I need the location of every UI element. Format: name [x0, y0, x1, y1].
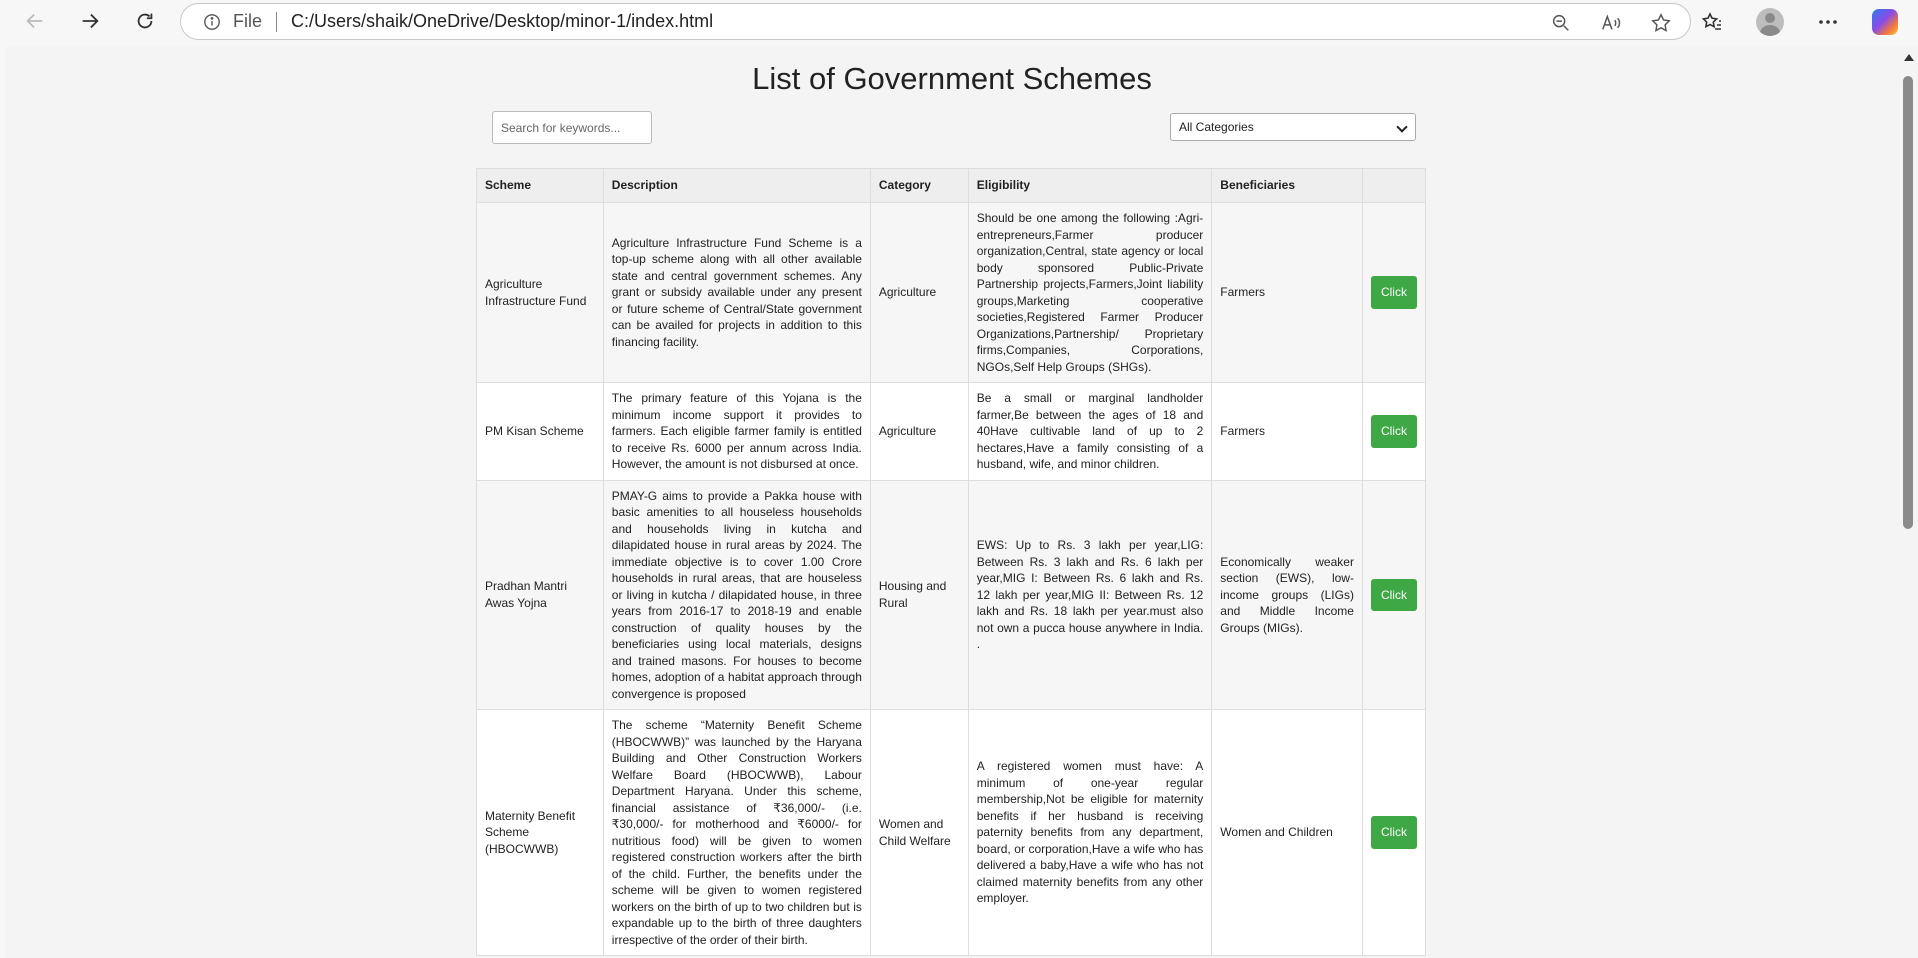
scheme-beneficiaries: Farmers — [1211, 202, 1363, 383]
scheme-eligibility: Be a small or marginal landholder farmer… — [967, 382, 1213, 481]
file-label: File — [233, 11, 263, 31]
address-divider — [276, 11, 278, 32]
scheme-beneficiaries: Women and Children — [1211, 709, 1363, 956]
scheme-category: Housing and Rural — [869, 479, 969, 710]
browser-toolbar: File C:/Users/shaik/OneDrive/Desktop/min… — [0, 0, 1918, 43]
header-eligibility: Eligibility — [967, 168, 1213, 203]
scheme-description: Agriculture Infrastructure Fund Scheme i… — [602, 202, 871, 383]
scheme-eligibility: EWS: Up to Rs. 3 lakh per year,LIG: Betw… — [967, 479, 1213, 710]
click-button[interactable]: Click — [1370, 276, 1417, 309]
header-category: Category — [869, 168, 969, 203]
click-button[interactable]: Click — [1370, 816, 1417, 849]
scheme-name: Maternity Benefit Scheme (HBOCWWB) — [476, 709, 604, 956]
action-cell: Click — [1361, 382, 1427, 481]
page-title: List of Government Schemes — [752, 61, 1152, 96]
header-action — [1361, 168, 1427, 203]
favorites-icon[interactable] — [1700, 10, 1724, 34]
scheme-category: Agriculture — [869, 382, 969, 481]
favorite-star-icon[interactable] — [1650, 12, 1672, 34]
schemes-table: Scheme Description Category Eligibility … — [476, 168, 1427, 956]
profile-avatar-icon[interactable] — [1756, 7, 1784, 36]
scroll-up-arrow-icon[interactable] — [1904, 54, 1914, 61]
header-beneficiaries: Beneficiaries — [1211, 168, 1363, 203]
more-options-icon[interactable] — [1816, 10, 1840, 34]
vertical-scrollbar[interactable] — [1899, 46, 1918, 958]
table-row: Agriculture Infrastructure Fund Agricult… — [476, 202, 1427, 383]
page-viewport: List of Government Schemes All Categorie… — [5, 46, 1899, 958]
header-description: Description — [602, 168, 871, 203]
table-row: Maternity Benefit Scheme (HBOCWWB) The s… — [476, 709, 1427, 956]
scrollbar-thumb[interactable] — [1903, 76, 1913, 529]
scheme-eligibility: A registered women must have: A minimum … — [967, 709, 1213, 956]
category-select[interactable]: All Categories — [1170, 113, 1416, 141]
action-cell: Click — [1361, 709, 1427, 956]
scheme-name: PM Kisan Scheme — [476, 382, 604, 481]
scheme-category: Women and Child Welfare — [869, 709, 969, 956]
address-bar-actions — [1550, 4, 1672, 41]
search-input[interactable] — [492, 111, 652, 144]
chevron-down-icon — [1396, 121, 1408, 133]
refresh-icon — [137, 13, 153, 29]
zoom-out-icon[interactable] — [1550, 12, 1572, 34]
back-button[interactable] — [15, 1, 55, 41]
click-button[interactable]: Click — [1370, 415, 1417, 448]
click-button[interactable]: Click — [1370, 578, 1417, 611]
scheme-description: The primary feature of this Yojana is th… — [602, 382, 871, 481]
info-icon[interactable] — [203, 13, 221, 31]
browser-right-actions — [1700, 0, 1898, 43]
forward-arrow-icon — [82, 13, 99, 29]
scheme-description: PMAY-G aims to provide a Pakka house wit… — [602, 479, 871, 710]
url-text[interactable]: C:/Users/shaik/OneDrive/Desktop/minor-1/… — [291, 11, 713, 32]
scheme-name: Pradhan Mantri Awas Yojna — [476, 479, 604, 710]
forward-button[interactable] — [70, 1, 110, 41]
action-cell: Click — [1361, 479, 1427, 710]
scheme-eligibility: Should be one among the following :Agri-… — [967, 202, 1213, 383]
refresh-button[interactable] — [125, 1, 165, 41]
table-row: PM Kisan Scheme The primary feature of t… — [476, 382, 1427, 481]
read-aloud-icon[interactable] — [1600, 12, 1622, 34]
table-header-row: Scheme Description Category Eligibility … — [476, 168, 1427, 203]
scheme-beneficiaries: Economically weaker section (EWS), low-i… — [1211, 479, 1363, 710]
scheme-name: Agriculture Infrastructure Fund — [476, 202, 604, 383]
action-cell: Click — [1361, 202, 1427, 383]
address-bar[interactable]: File C:/Users/shaik/OneDrive/Desktop/min… — [180, 3, 1691, 40]
scheme-description: The scheme “Maternity Benefit Scheme (HB… — [602, 709, 871, 956]
scheme-beneficiaries: Farmers — [1211, 382, 1363, 481]
category-select-value: All Categories — [1179, 120, 1254, 134]
header-scheme: Scheme — [476, 168, 604, 203]
scheme-category: Agriculture — [869, 202, 969, 383]
table-row: Pradhan Mantri Awas Yojna PMAY-G aims to… — [476, 479, 1427, 710]
copilot-icon[interactable] — [1872, 8, 1898, 35]
back-arrow-icon — [26, 13, 43, 29]
